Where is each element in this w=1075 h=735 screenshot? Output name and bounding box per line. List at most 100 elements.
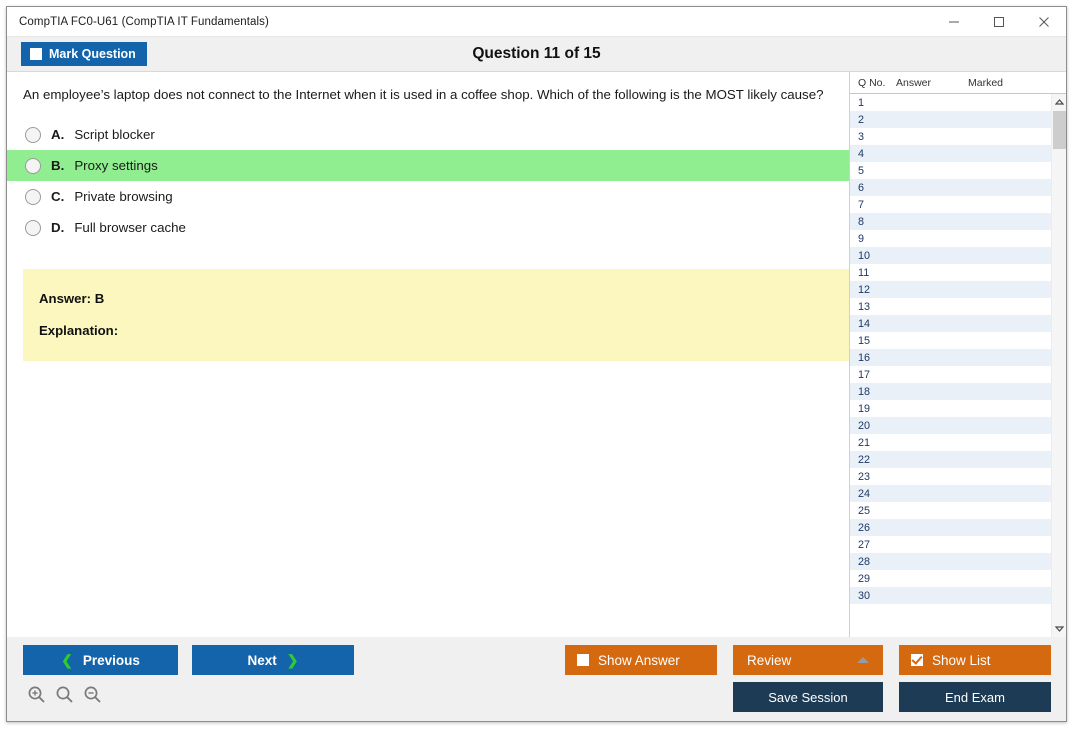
maximize-icon[interactable] <box>976 7 1021 37</box>
option-letter-c: C. <box>51 189 64 204</box>
table-row[interactable]: 23 <box>850 468 1051 485</box>
scroll-down-icon[interactable] <box>1052 621 1066 637</box>
cell-qno: 15 <box>850 335 896 347</box>
scroll-up-icon[interactable] <box>1052 94 1066 110</box>
table-row[interactable]: 1 <box>850 94 1051 111</box>
minimize-icon[interactable] <box>931 7 976 37</box>
table-row[interactable]: 16 <box>850 349 1051 366</box>
option-text-b: Proxy settings <box>74 158 158 173</box>
table-row[interactable]: 6 <box>850 179 1051 196</box>
page-title: Question 11 of 15 <box>7 45 1066 63</box>
main-content: An employee’s laptop does not connect to… <box>7 72 1066 637</box>
column-header-qno: Q No. <box>850 77 896 89</box>
cell-qno: 13 <box>850 301 896 313</box>
cell-qno: 2 <box>850 114 896 126</box>
cell-qno: 5 <box>850 165 896 177</box>
table-row[interactable]: 11 <box>850 264 1051 281</box>
table-row[interactable]: 30 <box>850 587 1051 604</box>
table-row[interactable]: 4 <box>850 145 1051 162</box>
save-session-button[interactable]: Save Session <box>733 682 883 712</box>
cell-qno: 16 <box>850 352 896 364</box>
cell-qno: 21 <box>850 437 896 449</box>
cell-qno: 26 <box>850 522 896 534</box>
answer-option-d[interactable]: D. Full browser cache <box>7 212 849 243</box>
previous-button[interactable]: ❮ Previous <box>23 645 178 675</box>
table-row[interactable]: 2 <box>850 111 1051 128</box>
radio-icon-b[interactable] <box>25 158 41 174</box>
table-row[interactable]: 27 <box>850 536 1051 553</box>
answer-option-b[interactable]: B. Proxy settings <box>7 150 849 181</box>
column-header-answer: Answer <box>896 77 968 89</box>
end-exam-button[interactable]: End Exam <box>899 682 1051 712</box>
mark-question-checkbox-icon <box>30 48 42 60</box>
cell-qno: 22 <box>850 454 896 466</box>
table-row[interactable]: 15 <box>850 332 1051 349</box>
answer-options-list: A. Script blocker B. Proxy settings C. P… <box>7 119 849 243</box>
cell-qno: 19 <box>850 403 896 415</box>
end-exam-label: End Exam <box>945 690 1005 705</box>
show-list-label: Show List <box>932 653 991 668</box>
cell-qno: 17 <box>850 369 896 381</box>
footer-toolbar: ❮ Previous Next ❯ Show Answer Review <box>7 637 1066 721</box>
cell-qno: 11 <box>850 267 896 279</box>
radio-icon-a[interactable] <box>25 127 41 143</box>
table-row[interactable]: 20 <box>850 417 1051 434</box>
table-row[interactable]: 8 <box>850 213 1051 230</box>
table-row[interactable]: 13 <box>850 298 1051 315</box>
table-row[interactable]: 22 <box>850 451 1051 468</box>
table-row[interactable]: 19 <box>850 400 1051 417</box>
cell-qno: 3 <box>850 131 896 143</box>
next-button[interactable]: Next ❯ <box>192 645 354 675</box>
answer-option-a[interactable]: A. Script blocker <box>7 119 849 150</box>
question-header: Mark Question Question 11 of 15 <box>7 37 1066 71</box>
question-list-pane: Q No. Answer Marked 12345678910111213141… <box>849 72 1066 637</box>
show-answer-label: Show Answer <box>598 653 680 668</box>
cell-qno: 6 <box>850 182 896 194</box>
scrollbar-thumb[interactable] <box>1053 111 1066 149</box>
question-list-scrollbar[interactable] <box>1051 94 1066 637</box>
mark-question-button[interactable]: Mark Question <box>21 42 147 66</box>
show-list-button[interactable]: Show List <box>899 645 1051 675</box>
table-row[interactable]: 9 <box>850 230 1051 247</box>
table-row[interactable]: 12 <box>850 281 1051 298</box>
question-list-header: Q No. Answer Marked <box>850 72 1066 94</box>
table-row[interactable]: 29 <box>850 570 1051 587</box>
window-title: CompTIA FC0-U61 (CompTIA IT Fundamentals… <box>7 16 269 28</box>
close-icon[interactable] <box>1021 7 1066 37</box>
table-row[interactable]: 24 <box>850 485 1051 502</box>
show-answer-button[interactable]: Show Answer <box>565 645 717 675</box>
question-list-rows: 1234567891011121314151617181920212223242… <box>850 94 1051 637</box>
table-row[interactable]: 18 <box>850 383 1051 400</box>
zoom-controls <box>27 685 102 709</box>
zoom-out-icon[interactable] <box>83 685 102 709</box>
table-row[interactable]: 26 <box>850 519 1051 536</box>
table-row[interactable]: 5 <box>850 162 1051 179</box>
chevron-up-icon <box>857 657 869 663</box>
table-row[interactable]: 3 <box>850 128 1051 145</box>
zoom-reset-icon[interactable] <box>55 685 74 709</box>
answer-option-c[interactable]: C. Private browsing <box>7 181 849 212</box>
cell-qno: 14 <box>850 318 896 330</box>
table-row[interactable]: 21 <box>850 434 1051 451</box>
table-row[interactable]: 25 <box>850 502 1051 519</box>
radio-icon-c[interactable] <box>25 189 41 205</box>
show-answer-checkbox-icon <box>577 654 589 666</box>
chevron-left-icon: ❮ <box>61 653 73 667</box>
review-dropdown[interactable]: Review <box>733 645 883 675</box>
radio-icon-d[interactable] <box>25 220 41 236</box>
cell-qno: 12 <box>850 284 896 296</box>
table-row[interactable]: 7 <box>850 196 1051 213</box>
window-controls <box>931 7 1066 37</box>
table-row[interactable]: 10 <box>850 247 1051 264</box>
question-pane: An employee’s laptop does not connect to… <box>7 72 849 637</box>
cell-qno: 24 <box>850 488 896 500</box>
cell-qno: 9 <box>850 233 896 245</box>
zoom-in-icon[interactable] <box>27 685 46 709</box>
cell-qno: 7 <box>850 199 896 211</box>
table-row[interactable]: 17 <box>850 366 1051 383</box>
answer-label: Answer: B <box>39 291 855 306</box>
table-row[interactable]: 28 <box>850 553 1051 570</box>
next-label: Next <box>248 653 277 668</box>
column-header-marked: Marked <box>968 77 1038 89</box>
table-row[interactable]: 14 <box>850 315 1051 332</box>
